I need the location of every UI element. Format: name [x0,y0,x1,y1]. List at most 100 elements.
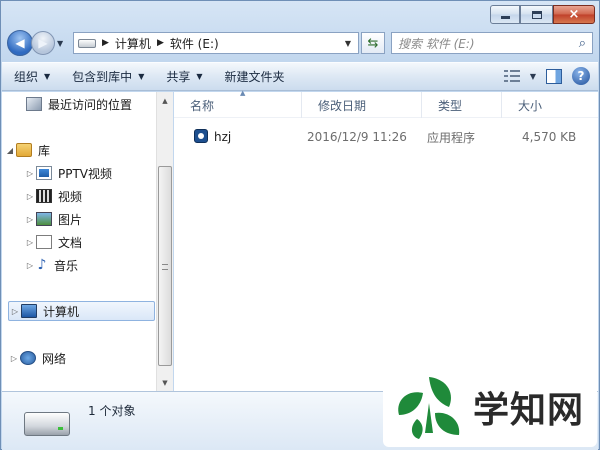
share-menu[interactable]: 共享 ▼ [166,68,202,85]
refresh-button[interactable]: ⇆ [361,32,385,54]
search-input[interactable]: 搜索 软件 (E:) ⌕ [391,32,593,54]
column-header-label: 大小 [518,98,543,113]
column-header-size[interactable]: 大小 [502,92,582,118]
history-dropdown[interactable]: ▼ [57,39,69,48]
drive-icon [78,38,96,48]
chevron-down-icon: ▼ [44,72,51,81]
file-row[interactable]: hzj 2016/12/9 11:26 应用程序 4,570 KB [174,126,598,148]
forward-arrow-icon: ▶ [38,36,48,50]
nav-item-documents[interactable]: ▷ 文档 [24,232,82,252]
column-header-modified[interactable]: 修改日期 [302,92,422,118]
nav-item-library[interactable]: ◢ 库 [7,140,51,160]
chevron-down-icon: ▼ [196,72,203,81]
column-header-name[interactable]: 名称 ▲ [174,89,302,118]
chevron-down-icon: ▼ [138,72,145,81]
column-header-type[interactable]: 类型 [422,92,502,118]
close-button[interactable]: × [553,5,595,24]
collapsed-triangle-icon[interactable]: ▷ [24,215,36,224]
minimize-button[interactable] [490,5,520,24]
forward-button[interactable]: ▶ [31,31,55,55]
nav-scrollbar[interactable]: ▲ ▼ [156,92,173,391]
back-arrow-icon: ◀ [15,36,25,50]
include-in-library-label: 包含到库中 [72,70,133,84]
chevron-right-icon[interactable]: ▶ [157,38,164,48]
film-strip-icon [36,189,52,203]
nav-item-pictures[interactable]: ▷ 图片 [24,209,82,229]
search-icon[interactable]: ⌕ [579,36,586,51]
file-type: 应用程序 [427,130,476,145]
nav-item-music[interactable]: ▷ ♪ 音乐 [24,255,78,275]
include-in-library-menu[interactable]: 包含到库中 ▼ [72,68,144,85]
column-header-label: 名称 [190,98,215,113]
watermark-text: 学知网 [473,389,585,431]
view-details-icon[interactable] [503,70,520,82]
caption-buttons: × [490,5,595,24]
picture-icon [36,212,52,226]
help-icon[interactable]: ? [572,67,590,85]
nav-item-videos[interactable]: ▷ 视频 [24,186,82,206]
nav-item-computer[interactable]: ▷ 计算机 [8,301,155,321]
command-bar: 组织 ▼ 包含到库中 ▼ 共享 ▼ 新建文件夹 ▼ ? [2,62,598,91]
expanded-triangle-icon[interactable]: ◢ [4,146,16,155]
scroll-down-icon[interactable]: ▼ [157,374,173,391]
nav-item-label: 库 [38,143,51,158]
new-folder-button[interactable]: 新建文件夹 [225,68,285,85]
new-folder-label: 新建文件夹 [224,70,285,84]
column-header-row: 名称 ▲ 修改日期 类型 大小 [174,89,598,118]
scroll-up-icon[interactable]: ▲ [157,92,173,109]
document-icon [36,235,52,249]
breadcrumb-drive[interactable]: 软件 (E:) [170,35,219,52]
minimize-icon [500,16,510,19]
organize-menu[interactable]: 组织 ▼ [14,68,50,85]
file-modified: 2016/12/9 11:26 [307,130,407,144]
address-bar[interactable]: ▶ 计算机 ▶ 软件 (E:) ▼ [73,32,359,54]
nav-item-pptv[interactable]: ▷ PPTV视频 [24,163,112,183]
nav-item-recent[interactable]: 最近访问的位置 [26,94,132,114]
collapsed-triangle-icon[interactable]: ▷ [24,192,36,201]
column-header-label: 类型 [438,98,463,113]
nav-item-label: 视频 [58,189,83,204]
nav-item-label: 文档 [58,235,83,250]
address-row: ◀ ▶ ▼ ▶ 计算机 ▶ 软件 (E:) ▼ ⇆ 搜索 软件 (E:) ⌕ [7,29,593,57]
toolbar-right: ▼ ? [503,67,590,85]
organize-label: 组织 [14,70,39,84]
library-icon [16,143,32,157]
address-dropdown-icon[interactable]: ▼ [342,39,354,48]
grip-icon [162,264,168,270]
hard-drive-icon [24,412,70,436]
chevron-right-icon[interactable]: ▶ [102,38,109,48]
file-size: 4,570 KB [522,130,577,144]
drive-led [58,427,63,430]
column-header-label: 修改日期 [318,98,367,113]
preview-pane-icon[interactable] [546,68,562,84]
navigation-pane: 最近访问的位置 ◢ 库 ▷ PPTV视频 ▷ 视频 ▷ 图片 ▷ 文档 ▷ ♪ … [2,92,156,391]
file-name: hzj [214,130,232,144]
breadcrumb-computer[interactable]: 计算机 [115,35,151,52]
pptv-library-icon [36,166,52,180]
item-count: 1 个对象 [88,404,136,418]
scrollbar-thumb[interactable] [158,166,172,366]
nav-item-label: 网络 [42,351,67,366]
nav-item-label: PPTV视频 [58,166,113,181]
leaf-logo-icon [398,377,460,439]
nav-item-network[interactable]: ▷ 网络 [8,348,66,368]
nav-item-label: 计算机 [43,304,80,319]
file-list-pane: 名称 ▲ 修改日期 类型 大小 hzj 2016/12/9 11:26 应用程序… [174,89,598,391]
nav-item-label: 图片 [58,212,83,227]
search-placeholder: 搜索 软件 (E:) [398,36,475,51]
collapsed-triangle-icon[interactable]: ▷ [24,169,36,178]
sort-ascending-icon: ▲ [240,89,246,97]
view-options-dropdown-icon[interactable]: ▼ [530,72,536,81]
share-label: 共享 [166,70,191,84]
music-note-icon: ♪ [37,257,47,273]
back-button[interactable]: ◀ [7,30,33,56]
explorer-window: × ◀ ▶ ▼ ▶ 计算机 ▶ 软件 (E:) ▼ ⇆ 搜索 软件 (E:) ⌕… [0,0,600,450]
watermark: 学知网 [383,367,597,447]
collapsed-triangle-icon[interactable]: ▷ [24,261,36,270]
close-icon: × [568,7,580,22]
nav-item-label: 最近访问的位置 [48,97,133,112]
collapsed-triangle-icon[interactable]: ▷ [24,238,36,247]
maximize-button[interactable] [520,5,553,24]
collapsed-triangle-icon[interactable]: ▷ [9,307,21,316]
collapsed-triangle-icon[interactable]: ▷ [8,354,20,363]
